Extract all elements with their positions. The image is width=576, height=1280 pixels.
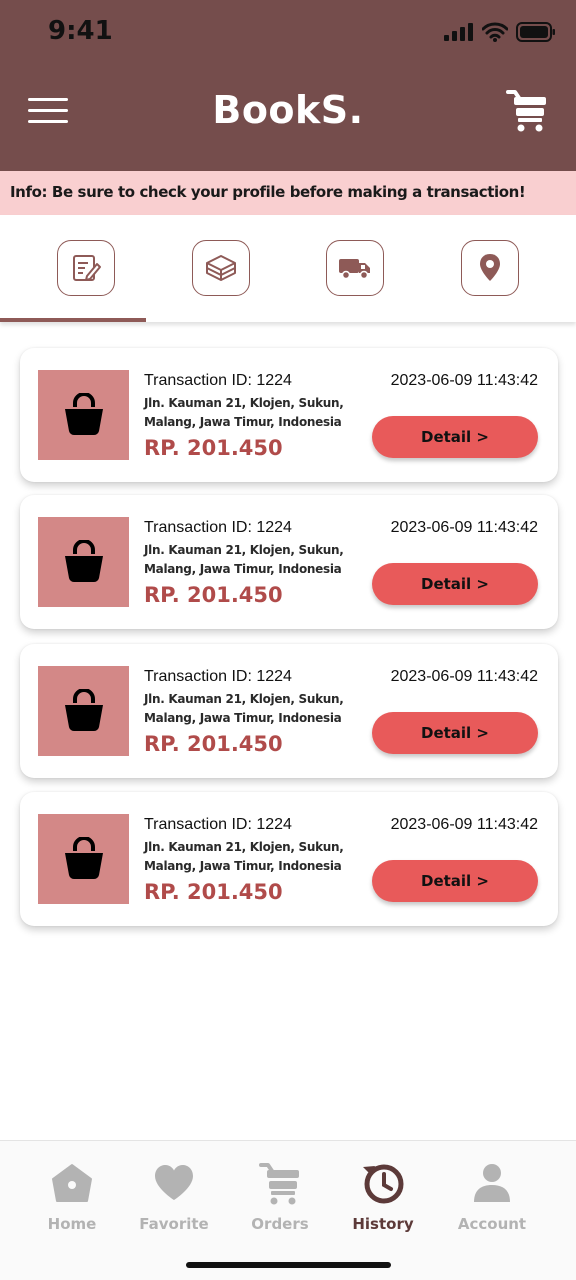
transaction-card[interactable]: Transaction ID: 1224 2023-06-09 11:43:42…: [20, 348, 558, 482]
cart-icon: [259, 1163, 299, 1205]
tab-edit-order[interactable]: [57, 240, 115, 296]
transaction-address: Jln. Kauman 21, Klojen, Sukun, Malang, J…: [144, 543, 344, 576]
transaction-id: Transaction ID: 1224: [144, 668, 292, 685]
nav-item-account[interactable]: Account: [442, 1159, 542, 1233]
info-banner-text: Info: Be sure to check your profile befo…: [10, 183, 526, 201]
transaction-thumbnail: [38, 814, 129, 904]
status-icons: [444, 22, 556, 42]
history-icon: [363, 1164, 404, 1204]
app-title: BookS.: [212, 88, 364, 132]
transaction-price: RP. 201.450: [144, 583, 283, 607]
person-icon: [474, 1164, 510, 1202]
home-icon: [52, 1164, 92, 1202]
transaction-thumbnail: [38, 370, 129, 460]
location-pin-icon: [480, 254, 500, 281]
cart-button[interactable]: [506, 88, 548, 132]
nav-label: Favorite: [139, 1215, 209, 1233]
transaction-date: 2023-06-09 11:43:42: [390, 668, 538, 685]
detail-button[interactable]: Detail >: [372, 860, 538, 902]
shopping-bag-icon: [64, 837, 103, 880]
heart-icon: [155, 1165, 193, 1200]
transaction-card[interactable]: Transaction ID: 1224 2023-06-09 11:43:42…: [20, 495, 558, 629]
tab-packaging[interactable]: [192, 240, 250, 296]
battery-icon: [516, 22, 555, 42]
nav-label: Account: [457, 1215, 527, 1233]
detail-button[interactable]: Detail >: [372, 563, 538, 605]
transaction-date: 2023-06-09 11:43:42: [390, 372, 538, 389]
transaction-address: Jln. Kauman 21, Klojen, Sukun, Malang, J…: [144, 396, 344, 429]
delivery-truck-icon: [339, 259, 370, 280]
wifi-icon: [482, 22, 508, 42]
transaction-id: Transaction ID: 1224: [144, 519, 292, 536]
transaction-id: Transaction ID: 1224: [144, 372, 292, 389]
shopping-bag-icon: [64, 540, 103, 583]
status-bar: 9:41: [0, 0, 576, 64]
info-banner: Info: Be sure to check your profile befo…: [0, 171, 576, 215]
app-header: BookS.: [0, 64, 576, 171]
transaction-thumbnail: [38, 517, 129, 607]
transaction-id: Transaction ID: 1224: [144, 816, 292, 833]
order-status-tabs: [0, 215, 576, 322]
edit-note-icon: [73, 255, 101, 281]
detail-button[interactable]: Detail >: [372, 416, 538, 458]
bottom-nav: Home Favorite Orders History Account: [0, 1140, 576, 1280]
nav-label: History: [352, 1215, 414, 1233]
transaction-card[interactable]: Transaction ID: 1224 2023-06-09 11:43:42…: [20, 644, 558, 778]
shopping-bag-icon: [64, 393, 103, 436]
detail-button[interactable]: Detail >: [372, 712, 538, 754]
transaction-date: 2023-06-09 11:43:42: [390, 519, 538, 536]
tab-delivered[interactable]: [461, 240, 519, 296]
transaction-price: RP. 201.450: [144, 732, 283, 756]
transaction-price: RP. 201.450: [144, 880, 283, 904]
cart-icon: [506, 90, 546, 132]
status-time: 9:41: [48, 16, 113, 46]
signal-icon: [444, 23, 473, 41]
transaction-address: Jln. Kauman 21, Klojen, Sukun, Malang, J…: [144, 840, 344, 873]
transaction-address: Jln. Kauman 21, Klojen, Sukun, Malang, J…: [144, 692, 344, 725]
nav-item-favorite[interactable]: Favorite: [124, 1159, 224, 1233]
nav-item-home[interactable]: Home: [22, 1159, 122, 1233]
transaction-thumbnail: [38, 666, 129, 756]
active-tab-indicator: [0, 318, 146, 322]
transaction-card[interactable]: Transaction ID: 1224 2023-06-09 11:43:42…: [20, 792, 558, 926]
transaction-price: RP. 201.450: [144, 436, 283, 460]
package-box-icon: [206, 255, 236, 281]
nav-label: Orders: [251, 1215, 309, 1233]
home-indicator: [186, 1262, 391, 1268]
nav-label: Home: [47, 1215, 97, 1233]
nav-item-history[interactable]: History: [333, 1159, 433, 1233]
tab-shipping[interactable]: [326, 240, 384, 296]
shopping-bag-icon: [64, 689, 103, 732]
nav-item-orders[interactable]: Orders: [230, 1159, 330, 1233]
transaction-date: 2023-06-09 11:43:42: [390, 816, 538, 833]
